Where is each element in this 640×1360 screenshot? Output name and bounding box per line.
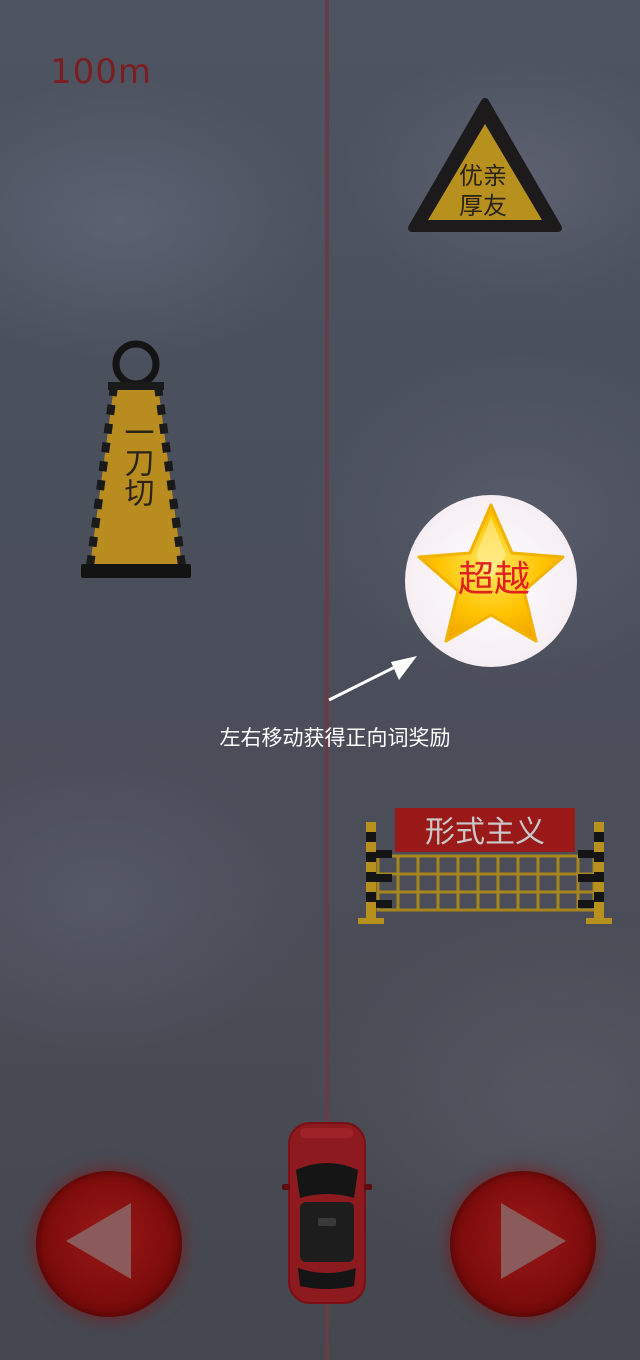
triangle-sign-text-2: 厚友 xyxy=(459,192,507,220)
star-icon: 超越 xyxy=(417,503,565,643)
distance-counter: 100m xyxy=(50,52,153,92)
triangle-sign-text-1: 优亲 xyxy=(459,162,507,190)
traffic-cone-obstacle: 一刀切 xyxy=(81,340,191,578)
cone-label: 一刀切 xyxy=(119,417,155,507)
star-label: 超越 xyxy=(458,559,530,600)
tutorial-hint-text: 左右移动获得正向词奖励 xyxy=(219,726,451,750)
right-arrow-icon xyxy=(501,1203,566,1279)
tutorial-arrow-icon xyxy=(328,656,417,702)
player-car xyxy=(282,1122,372,1304)
move-right-button[interactable] xyxy=(450,1171,596,1317)
triangle-warning-sign: 优亲 厚友 xyxy=(408,98,562,232)
barrier-label: 形式主义 xyxy=(425,815,545,850)
game-stage: 100m 优亲 厚友 一刀切 超越 左右移动获得正向词奖励 形式主义 xyxy=(0,0,640,1360)
move-left-button[interactable] xyxy=(36,1171,182,1317)
barrier-obstacle: 形式主义 xyxy=(358,808,612,924)
left-arrow-icon xyxy=(66,1203,131,1279)
star-reward-bubble: 超越 xyxy=(405,495,577,667)
tutorial-hint: 左右移动获得正向词奖励 xyxy=(0,722,640,752)
